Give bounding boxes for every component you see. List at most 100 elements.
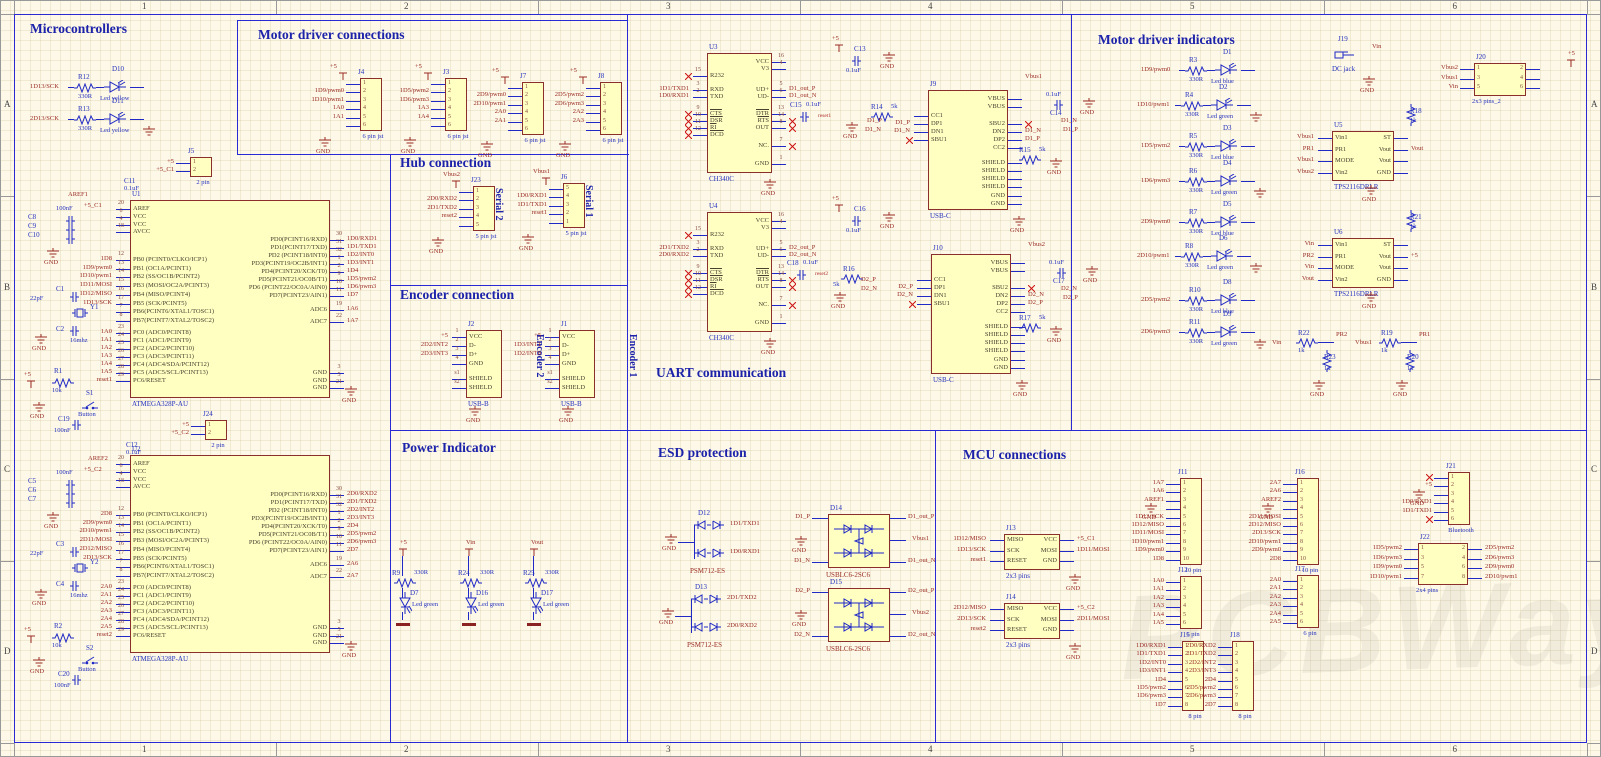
wire xyxy=(1241,332,1255,333)
wire xyxy=(1318,256,1332,258)
connector-type-label: 8 pin xyxy=(1238,713,1252,721)
net-label: +5 xyxy=(167,158,174,165)
designator: J13 xyxy=(1006,524,1016,532)
pin-number: 7 xyxy=(1235,693,1238,700)
net-label: reset2 xyxy=(815,271,829,277)
designator: D6 xyxy=(1219,234,1228,242)
pin-number: 21 xyxy=(336,634,342,640)
net-label: 1A5 xyxy=(1152,619,1164,626)
frame-line xyxy=(14,743,15,757)
pin-name: SHIELD xyxy=(984,323,1008,330)
pin-number: 2 xyxy=(1520,65,1523,71)
resistor-symbol xyxy=(1185,295,1207,307)
resistor-symbol xyxy=(841,273,863,285)
wire xyxy=(1166,534,1180,536)
power-symbol xyxy=(1566,59,1576,67)
pin-number: 9 xyxy=(337,271,341,277)
wire xyxy=(1008,106,1022,108)
gnd-label: GND xyxy=(880,223,895,230)
net-label: +5 xyxy=(1411,251,1418,259)
pin-number: 2 xyxy=(1183,488,1186,495)
frame-line xyxy=(538,0,539,14)
wire xyxy=(1460,69,1474,70)
pin-number: 13 xyxy=(778,264,784,270)
pin-number: 5 xyxy=(779,81,783,87)
designator: J7 xyxy=(520,72,527,80)
crystal-symbol xyxy=(72,308,88,318)
gnd-label: GND xyxy=(559,417,574,424)
net-label: 2D5/pwm2 xyxy=(347,530,377,537)
pin-number: 28 xyxy=(118,364,124,370)
wire xyxy=(116,381,130,382)
value-label: 0.1uF xyxy=(803,259,818,266)
wire xyxy=(890,636,906,637)
pin-number: 12 xyxy=(695,285,701,291)
pin-number: 29 xyxy=(118,372,124,378)
net-label: 2D3/INT3 xyxy=(347,514,375,521)
net-label: 1A4 xyxy=(100,360,112,367)
designator: J3 xyxy=(443,68,450,76)
designator: D9 xyxy=(1223,310,1232,318)
pin-number: 16 xyxy=(118,285,124,292)
net-label: 1D7 xyxy=(347,291,359,298)
pin-number: 7 xyxy=(779,137,783,143)
net-label: 2A2 xyxy=(1269,592,1281,600)
gnd-label: GND xyxy=(880,63,895,70)
pin-number: 5 xyxy=(1183,513,1186,520)
net-label: PR2 xyxy=(1336,331,1348,338)
pin-number: 5 xyxy=(566,185,569,191)
net-label: 1D5/pwm2 xyxy=(1141,142,1171,149)
wire xyxy=(1011,304,1025,305)
pin-name: VBUS xyxy=(987,102,1005,110)
net-label: D1_P xyxy=(795,513,810,520)
pin-number: 28 xyxy=(118,619,124,625)
pin-number: 6 xyxy=(363,122,366,128)
wire xyxy=(1434,503,1448,505)
frame-line xyxy=(1062,743,1063,757)
net-label: +5_C1 xyxy=(84,202,102,209)
wire xyxy=(1283,623,1297,624)
wire xyxy=(675,616,691,617)
led-symbol xyxy=(1215,173,1241,188)
nc-cross-icon xyxy=(788,142,797,151)
pin-number: 3 xyxy=(696,240,700,246)
pin-number: 8 xyxy=(1300,538,1303,545)
wire xyxy=(1011,351,1025,352)
section-title-encoder: Encoder connection xyxy=(400,287,515,302)
net-label: 2A0 xyxy=(494,108,506,116)
wire xyxy=(96,119,104,120)
designator: R13 xyxy=(78,105,90,113)
gnd-symbol xyxy=(1364,185,1378,195)
gnd-symbol xyxy=(318,137,332,147)
pin-number: 12 xyxy=(695,126,701,132)
connector-type-label: 8 pin xyxy=(1188,713,1202,721)
pin-number: 6 xyxy=(1300,619,1303,625)
pin-number: 3 xyxy=(337,619,341,625)
wire xyxy=(1008,124,1022,125)
designator: R3 xyxy=(1189,56,1198,64)
net-label: 2D12/MISO xyxy=(1248,521,1281,528)
pin-number: 8 xyxy=(119,311,123,318)
designator: R11 xyxy=(1189,318,1201,326)
gnd-symbol xyxy=(32,657,46,667)
net-label: 1D0/RXD1 xyxy=(659,92,689,99)
wire xyxy=(1207,70,1215,71)
power-symbol xyxy=(26,635,36,643)
wire xyxy=(549,222,563,224)
net-label: 1A0 xyxy=(332,104,344,112)
frame-line xyxy=(1587,196,1601,197)
net-label: 1D9/pwm0 xyxy=(82,263,112,271)
net-label: 2D0/RXD2 xyxy=(659,251,689,258)
net-label: reset1 xyxy=(818,113,832,119)
pin-number: 4 xyxy=(779,219,783,225)
connector-type-label: Bluetooth xyxy=(1448,527,1474,535)
value-label: Led green xyxy=(1211,340,1238,347)
pin-name: GND xyxy=(312,631,327,639)
wire xyxy=(1404,577,1418,579)
net-label: 2A1 xyxy=(1269,584,1281,592)
nc-cross-icon xyxy=(788,124,797,133)
pin-name: GND xyxy=(754,160,769,167)
designator: J11 xyxy=(1178,468,1188,476)
value-label: Button xyxy=(78,666,96,673)
power-net-label: +5 xyxy=(832,35,839,42)
